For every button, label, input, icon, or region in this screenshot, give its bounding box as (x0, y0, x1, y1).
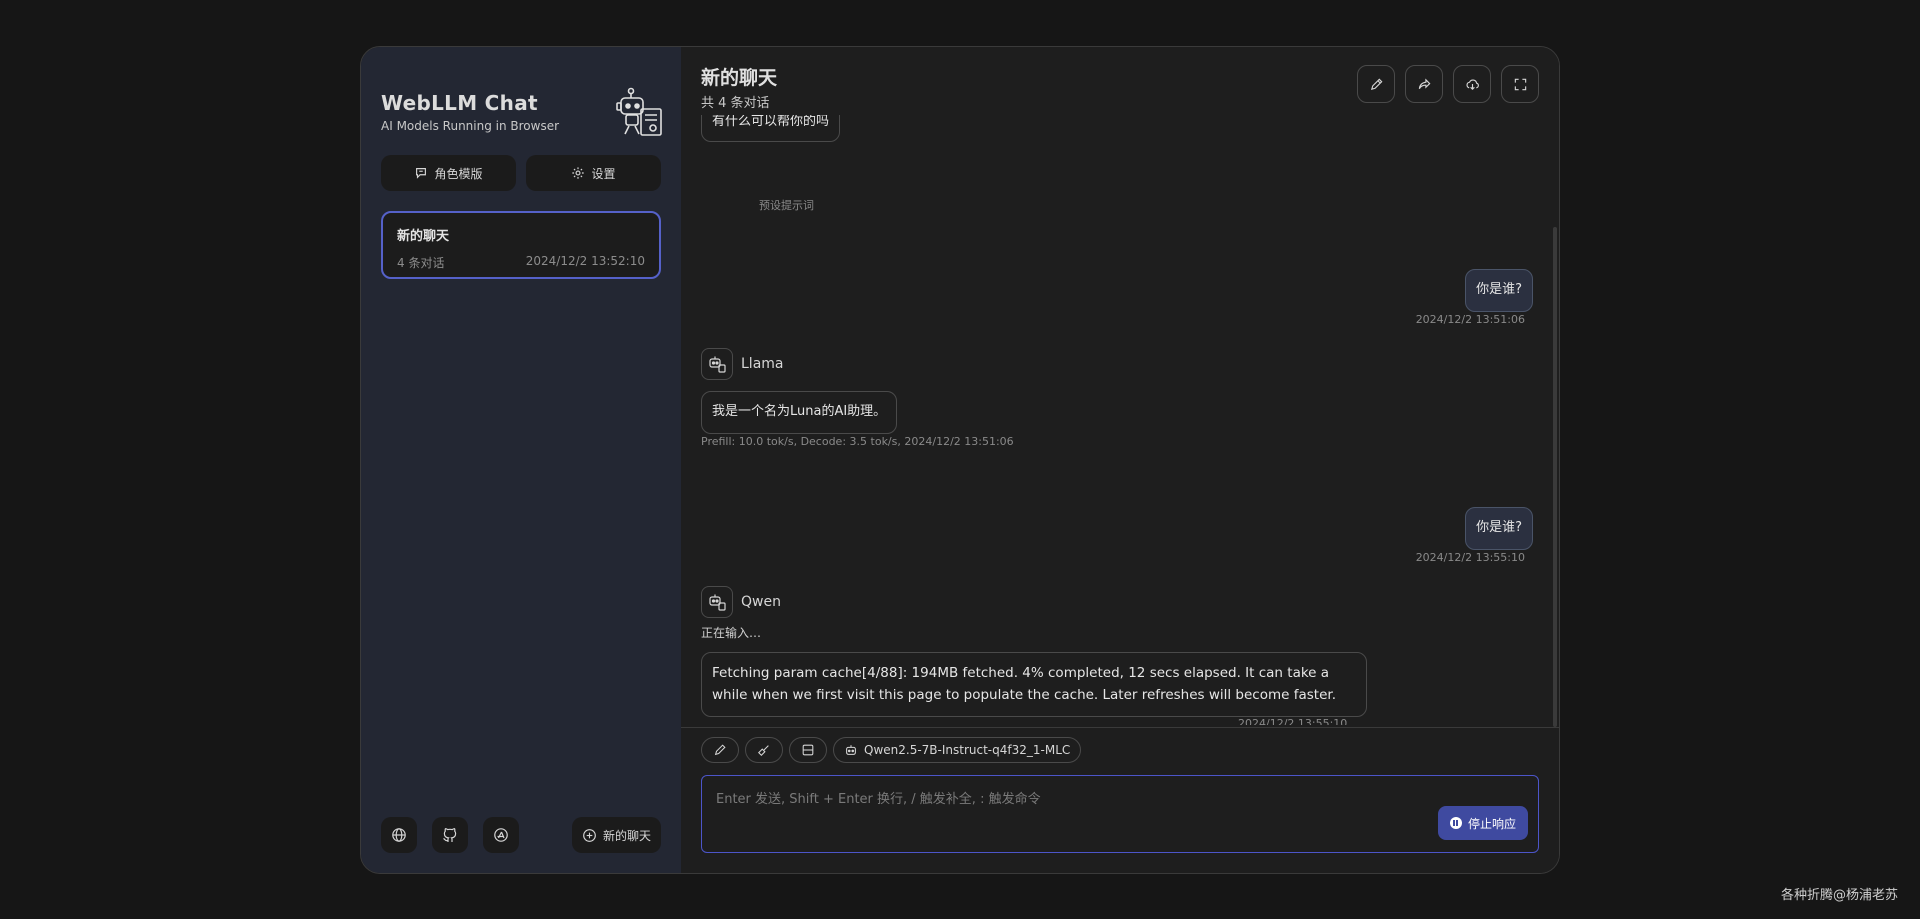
github-icon (443, 828, 457, 842)
new-chat-button[interactable]: 新的聊天 (571, 817, 661, 853)
templates-label: 角色模版 (434, 166, 483, 181)
bot-message-bubble: Fetching param cache[4/88]: 194MB fetche… (701, 652, 1367, 718)
bot-message-meta: Prefill: 10.0 tok/s, Decode: 3.5 tok/s, … (701, 435, 1014, 448)
rename-button[interactable] (1357, 65, 1395, 103)
chat-main: 新的聊天 共 4 条对话 有什么可以帮你的吗 预设提示词 你是谁? 2024/1… (681, 47, 1559, 873)
templates-toggle-button[interactable] (789, 737, 827, 763)
language-button[interactable] (381, 817, 417, 853)
settings-label: 设置 (591, 166, 616, 181)
message-list: 有什么可以帮你的吗 预设提示词 你是谁? 2024/12/2 13:51:06 … (681, 115, 1559, 725)
sidebar: WebLLM Chat AI Models Running in Browser (361, 47, 681, 873)
robot-icon (846, 745, 856, 755)
share-button[interactable] (1405, 65, 1443, 103)
gear-icon (572, 167, 585, 179)
user-message-time: 2024/12/2 13:51:06 (1415, 313, 1525, 326)
bot-name: Llama (741, 356, 784, 372)
stop-response-label: 停止响应 (1467, 816, 1516, 831)
page-title: 新的聊天 (701, 67, 778, 89)
download-button[interactable] (1453, 65, 1491, 103)
typing-indicator: 正在输入… (701, 626, 762, 640)
sidebar-footer: 新的聊天 (381, 817, 661, 853)
preset-label: 预设提示词 (759, 199, 814, 212)
clear-context-button[interactable] (745, 737, 783, 763)
stop-response-button[interactable]: 停止响应 (1437, 806, 1528, 840)
brand: WebLLM Chat AI Models Running in Browser (381, 91, 559, 133)
edit-prompt-button[interactable] (701, 737, 739, 763)
user-message-time: 2024/12/2 13:55:10 (1415, 551, 1525, 564)
plus-circle-icon (583, 828, 596, 842)
chat-item-count: 4 条对话 (397, 256, 445, 270)
bot-message-text: 我是一个名为Luna的AI助理。 (712, 404, 887, 419)
bot-name: Qwen (741, 594, 781, 610)
user-message-text: 你是谁? (1476, 520, 1522, 535)
app-store-icon (494, 828, 508, 842)
chat-item-title: 新的聊天 (397, 229, 450, 244)
bot-message-time: 2024/12/2 13:55:10 (1238, 717, 1348, 725)
pencil-icon (1370, 78, 1382, 90)
chat-item-time: 2024/12/2 13:52:10 (525, 254, 645, 268)
brand-title: WebLLM Chat (381, 91, 538, 115)
chat-bubble-icon (416, 168, 427, 179)
new-chat-label: 新的聊天 (602, 828, 651, 843)
composer-toolbar: Qwen2.5-7B-Instruct-q4f32_1-MLC (701, 737, 1082, 763)
preset-message-text: 有什么可以帮你的吗 (712, 115, 830, 129)
fullscreen-button[interactable] (1501, 65, 1539, 103)
expand-icon (1514, 78, 1526, 90)
github-button[interactable] (432, 817, 468, 853)
bot-message-bubble: 我是一个名为Luna的AI助理。 (701, 391, 898, 434)
bot-avatar (701, 348, 733, 380)
model-label: Qwen2.5-7B-Instruct-q4f32_1-MLC (864, 743, 1071, 757)
layout-icon (802, 744, 814, 756)
user-message-bubble: 你是谁? (1465, 269, 1533, 312)
bot-avatar (701, 586, 733, 618)
model-selector[interactable]: Qwen2.5-7B-Instruct-q4f32_1-MLC (833, 737, 1082, 763)
app-store-button[interactable] (483, 817, 519, 853)
share-icon (1418, 77, 1430, 89)
chat-item-meta: 4 条对话 2024/12/2 13:52:10 (397, 254, 645, 271)
templates-button[interactable]: 角色模版 (381, 155, 516, 191)
preset-message-bubble: 有什么可以帮你的吗 (701, 115, 841, 142)
sidebar-actions: 角色模版 设置 (381, 155, 661, 191)
robot-icon (709, 594, 726, 611)
bot-message-text: Fetching param cache[4/88]: 194MB fetche… (712, 665, 1336, 703)
chat-list-item[interactable]: 新的聊天 4 条对话 2024/12/2 13:52:10 (381, 211, 661, 279)
pause-icon (1449, 817, 1462, 829)
settings-button[interactable]: 设置 (526, 155, 661, 191)
brand-subtitle: AI Models Running in Browser (381, 119, 560, 133)
robot-icon (709, 356, 726, 373)
watermark: 各种折腾@杨浦老苏 (1780, 888, 1898, 903)
cloud-download-icon (1465, 79, 1479, 90)
message-input[interactable] (702, 776, 1538, 852)
message-input-wrapper: 停止响应 (701, 775, 1539, 853)
header-actions (1357, 65, 1539, 103)
robot-logo-icon (613, 85, 667, 139)
broom-icon (758, 745, 769, 756)
user-message-bubble: 你是谁? (1465, 507, 1533, 550)
user-message-text: 你是谁? (1476, 282, 1522, 297)
chat-header: 新的聊天 共 4 条对话 (701, 63, 777, 111)
pencil-icon (714, 744, 726, 756)
composer-divider (681, 727, 1559, 728)
globe-icon (392, 828, 406, 842)
app-window: WebLLM Chat AI Models Running in Browser (360, 46, 1560, 874)
page-subtitle: 共 4 条对话 (701, 96, 770, 111)
message-scrollbar[interactable] (1553, 227, 1557, 727)
